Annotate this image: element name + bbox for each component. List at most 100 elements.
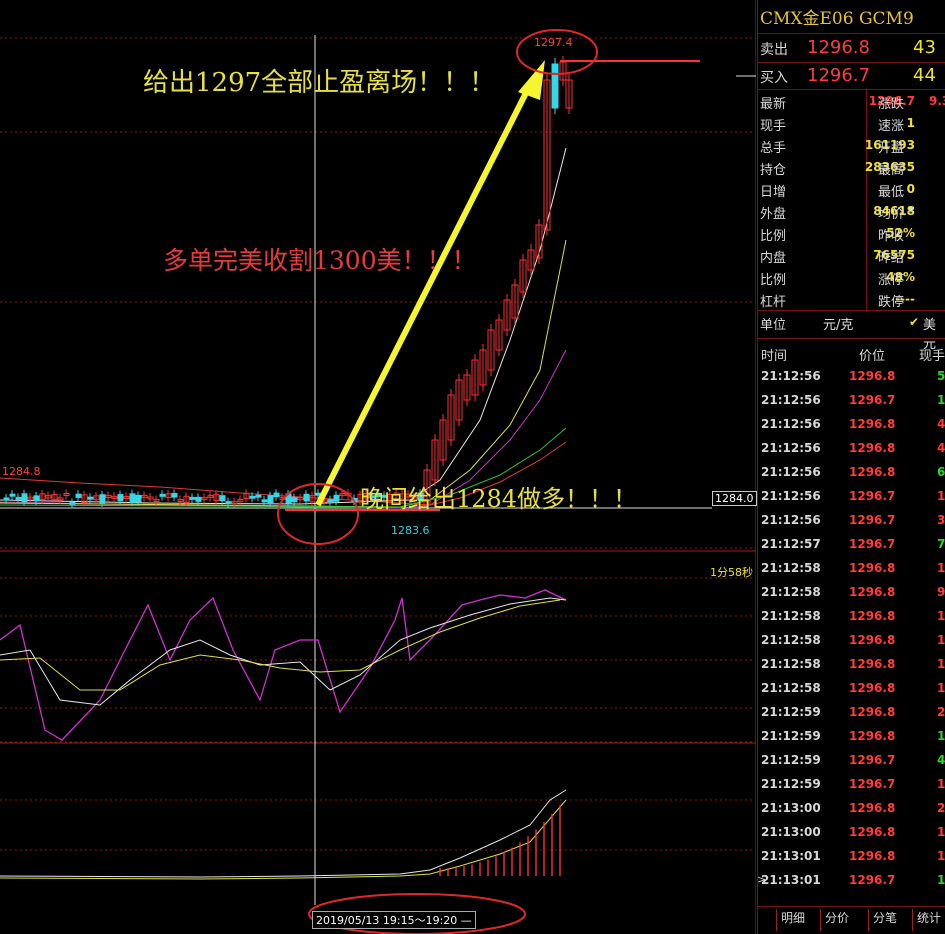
stats-row: 内盘 76575 昨结 xyxy=(757,245,945,267)
stats-label: 持仓 xyxy=(760,163,787,178)
tick-price: 1296.8 xyxy=(849,417,896,431)
buy-row[interactable]: 买入 1296.7 44 xyxy=(757,64,945,90)
tick-row[interactable]: 21:12:58 1296.8 1 xyxy=(757,609,945,633)
tick-price: 1296.8 xyxy=(849,561,896,575)
trend-arrow-head xyxy=(518,60,545,100)
volume-line-yellow xyxy=(0,799,567,880)
tick-row[interactable]: 21:12:58 1296.8 9 xyxy=(757,585,945,609)
tick-row[interactable]: 21:13:00 1296.8 2 xyxy=(757,801,945,825)
tick-row[interactable]: 21:12:59 1296.7 1 xyxy=(757,777,945,801)
candle-body xyxy=(9,493,16,497)
stats-row: 日增 0 最低 xyxy=(757,179,945,201)
tick-price: 1296.8 xyxy=(849,441,896,455)
tick-row[interactable]: 21:12:56 1296.8 5 xyxy=(757,369,945,393)
left-price-label: 1284.8 xyxy=(2,465,41,478)
tab-1[interactable]: 分价 xyxy=(820,909,849,931)
stats-label-2: 涨停 xyxy=(878,273,905,288)
tick-qty: 1 xyxy=(937,657,945,671)
indicator-white xyxy=(0,597,567,706)
tick-row[interactable]: 21:12:56 1296.8 6 xyxy=(757,465,945,489)
tick-qty: 4 xyxy=(937,753,945,767)
check-icon[interactable]: ✔ xyxy=(909,315,919,329)
date-range-label[interactable]: 2019/05/13 19:15～19:20 — xyxy=(312,911,476,929)
candlestick-chart-area[interactable]: 1297.4 1283.6 1284.8 1284.0 1分58秒 2019/0… xyxy=(0,0,757,934)
stats-label-2: 昨结 xyxy=(878,251,905,266)
sell-row[interactable]: 卖出 1296.8 43 xyxy=(757,36,945,62)
instrument-title: CMX金E06 GCM9 xyxy=(760,9,914,29)
tick-time: 21:12:59 xyxy=(761,753,821,767)
stats-label: 日增 xyxy=(760,185,787,200)
tick-price: 1296.7 xyxy=(849,489,896,503)
tick-row[interactable]: 21:12:59 1296.8 16 xyxy=(757,729,945,753)
stats-label-2: 跌停 xyxy=(878,295,905,310)
candle-body xyxy=(117,494,124,502)
candle-body xyxy=(135,494,142,503)
tick-time: 21:12:56 xyxy=(761,465,821,479)
dropdown-arrow-icon[interactable]: ▼ xyxy=(908,205,914,214)
candle-body xyxy=(225,501,232,505)
tick-row[interactable]: 21:12:56 1296.8 4 xyxy=(757,417,945,441)
tick-price: 1296.8 xyxy=(849,705,896,719)
tick-row[interactable]: 21:12:58 1296.8 1 xyxy=(757,657,945,681)
tick-qty: 1 xyxy=(937,777,945,791)
tick-row[interactable]: 21:12:56 1296.7 3 xyxy=(757,513,945,537)
high-price-label: 1297.4 xyxy=(534,36,573,49)
tick-row[interactable]: 21:12:56 1296.8 4 xyxy=(757,441,945,465)
stats-row: 外盘 84618 均价 ▼ xyxy=(757,201,945,223)
stats-label-2: 昨收 xyxy=(878,229,905,244)
ticks-header-time: 时间 xyxy=(761,349,788,364)
tick-row[interactable]: 21:13:01 1296.8 1 xyxy=(757,849,945,873)
tick-row[interactable]: 21:12:59 1296.8 2 xyxy=(757,705,945,729)
stats-label: 比例 xyxy=(760,273,787,288)
tick-row[interactable]: 21:13:01 1296.7 1 xyxy=(757,873,945,897)
candle-body xyxy=(159,493,166,497)
long-entry-annotation: 晚间给出1284做多！！！ xyxy=(360,485,638,513)
tick-qty: 2 xyxy=(937,801,945,815)
tick-price: 1296.8 xyxy=(849,801,896,815)
tick-row[interactable]: 21:12:58 1296.8 1 xyxy=(757,561,945,585)
stats-label: 杠杆 xyxy=(760,295,787,310)
candle-body xyxy=(195,496,202,502)
candle-body xyxy=(33,495,40,502)
ticks-header-qty: 现手 xyxy=(919,349,945,364)
tick-qty: 3 xyxy=(937,513,945,527)
tab-0[interactable]: 明细 xyxy=(776,909,805,931)
candle-body xyxy=(249,495,256,499)
tick-row[interactable]: 21:12:57 1296.7 7 xyxy=(757,537,945,561)
tick-qty: 1 xyxy=(937,825,945,839)
tick-row[interactable]: 21:12:59 1296.7 4 xyxy=(757,753,945,777)
tick-time: 21:12:58 xyxy=(761,609,821,623)
candle-body xyxy=(171,492,178,498)
tick-time: 21:12:56 xyxy=(761,417,821,431)
candle-body xyxy=(333,494,340,502)
tick-price: 1296.7 xyxy=(849,513,896,527)
candle-body xyxy=(267,495,274,504)
tick-row[interactable]: 21:12:58 1296.8 1 xyxy=(757,633,945,657)
stats-label-2: 涨跌 xyxy=(878,97,905,112)
buy-label: 买入 xyxy=(760,70,788,86)
tick-row[interactable]: 21:12:58 1296.8 1 xyxy=(757,681,945,705)
tick-time: 21:12:56 xyxy=(761,441,821,455)
candle-body xyxy=(129,493,136,503)
tick-row[interactable]: 21:12:56 1296.7 1 xyxy=(757,393,945,417)
tab-2[interactable]: 分笔 xyxy=(868,909,897,931)
tick-price: 1296.8 xyxy=(849,657,896,671)
unit-row: 单位 元/克 ✔ 美元 xyxy=(757,314,945,352)
stats-label: 现手 xyxy=(760,119,787,134)
tick-row[interactable]: 21:13:00 1296.8 1 xyxy=(757,825,945,849)
candle-body xyxy=(219,495,226,502)
tick-price: 1296.7 xyxy=(849,753,896,767)
low-price-label: 1283.6 xyxy=(391,524,430,537)
tab-3[interactable]: 统计 xyxy=(912,909,941,931)
stats-row: 比例 52% 昨收 xyxy=(757,223,945,245)
candle-body xyxy=(261,499,268,503)
ma-line-yellow xyxy=(0,239,567,508)
tick-time: 21:12:59 xyxy=(761,705,821,719)
candle-body xyxy=(255,494,262,498)
tick-qty: 1 xyxy=(937,849,945,863)
tick-time: 21:12:58 xyxy=(761,657,821,671)
tick-row[interactable]: 21:12:56 1296.7 1 xyxy=(757,489,945,513)
ticks-header-price: 价位 xyxy=(859,349,886,364)
stats-label: 内盘 xyxy=(760,251,787,266)
sell-qty: 43 xyxy=(913,37,936,58)
